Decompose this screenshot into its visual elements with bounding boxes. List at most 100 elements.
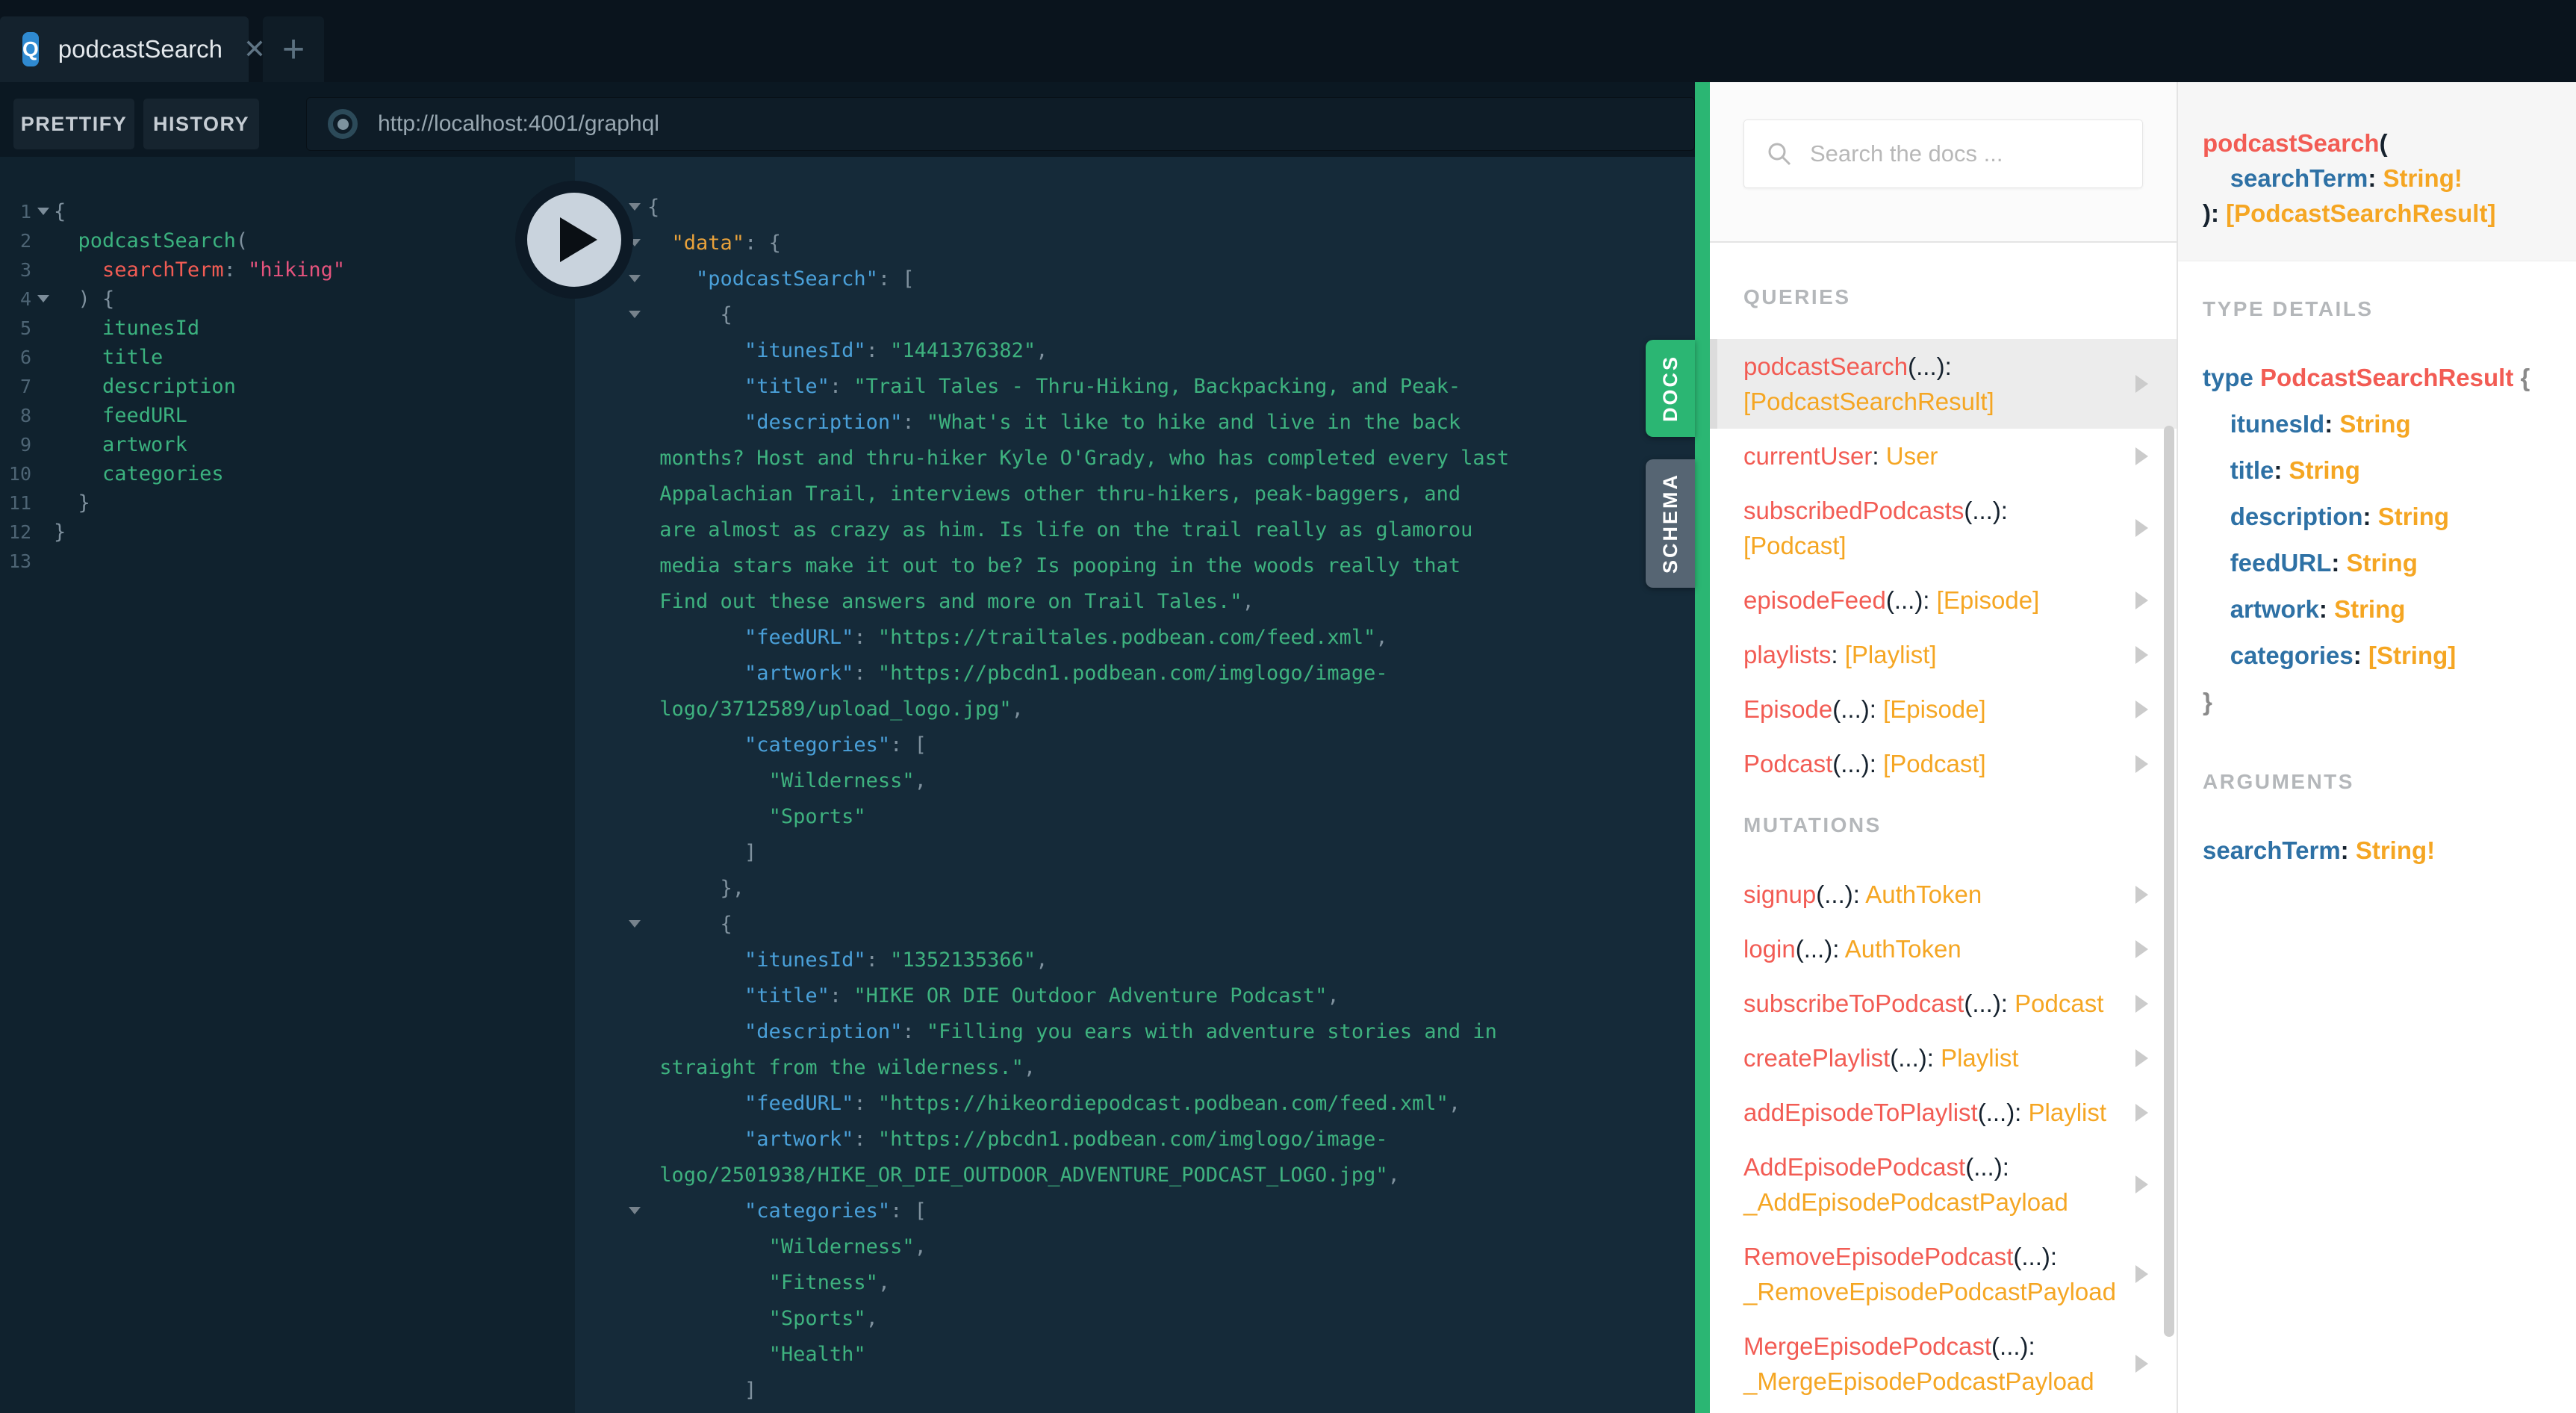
fold-gutter	[31, 430, 54, 459]
query-editor-pane[interactable]: 1{2 podcastSearch(3 searchTerm: "hiking"…	[0, 157, 575, 1413]
doc-item-episodeFeed[interactable]: episodeFeed(...): [Episode]	[1710, 573, 2177, 627]
editor-line[interactable]: 2 podcastSearch(	[0, 226, 575, 255]
code-segment: "artwork"	[744, 1128, 854, 1151]
docs-scrollbar-thumb[interactable]	[2164, 426, 2174, 1337]
result-line: "Wilderness",	[575, 763, 1695, 799]
editor-line[interactable]: 8 feedURL	[0, 401, 575, 430]
editor-line[interactable]: 5 itunesId	[0, 314, 575, 343]
editor-line[interactable]: 13	[0, 547, 575, 576]
code-segment: ,	[877, 1271, 891, 1294]
fold-caret-icon[interactable]	[629, 1207, 641, 1214]
editor-line[interactable]: 1{	[0, 197, 575, 226]
doc-item-AddEpisodePodcast[interactable]: AddEpisodePodcast(...): _AddEpisodePodcas…	[1710, 1140, 2177, 1229]
doc-item-currentUser[interactable]: currentUser: User	[1710, 429, 2177, 483]
field-name: playlists	[1743, 641, 1832, 668]
doc-item-subscribeToPodcast[interactable]: subscribeToPodcast(...): Podcast	[1710, 976, 2177, 1031]
doc-item-signup[interactable]: signup(...): AuthToken	[1710, 867, 2177, 922]
code-segment: :	[2362, 503, 2378, 530]
docs-side-tab[interactable]: DOCS	[1646, 340, 1695, 437]
execute-query-button[interactable]	[515, 181, 633, 299]
fold-gutter	[31, 459, 54, 488]
code-segment: searchTerm	[2203, 836, 2341, 864]
field-type: _RemoveEpisodePodcastPayload	[1743, 1278, 2116, 1305]
doc-item-CreateEpisode[interactable]: CreateEpisode(...): Episode	[1710, 1409, 2177, 1413]
code-segment: String	[2334, 595, 2406, 623]
type-detail-line: artwork: String	[2203, 586, 2561, 633]
doc-item-login[interactable]: login(...): AuthToken	[1710, 922, 2177, 976]
docs-search-input[interactable]	[1808, 140, 2110, 168]
field-type: _AddEpisodePodcastPayload	[1743, 1188, 2068, 1216]
code-segment: categories	[2230, 642, 2353, 669]
fold-gutter	[31, 488, 54, 518]
tab-bar: Q podcastSearch ✕ +	[0, 0, 2576, 82]
doc-item-createPlaylist[interactable]: createPlaylist(...): Playlist	[1710, 1031, 2177, 1085]
schema-side-tab[interactable]: SCHEMA	[1646, 459, 1695, 588]
doc-item-Episode[interactable]: Episode(...): [Episode]	[1710, 682, 2177, 736]
fold-caret-icon[interactable]	[629, 275, 641, 282]
doc-item-addEpisodeToPlaylist[interactable]: addEpisodeToPlaylist(...): Playlist	[1710, 1085, 2177, 1140]
docs-search-box[interactable]	[1743, 119, 2143, 188]
chevron-right-icon	[2135, 1265, 2148, 1283]
doc-item-RemoveEpisodePodcast[interactable]: RemoveEpisodePodcast(...): _RemoveEpisode…	[1710, 1229, 2177, 1319]
editor-line[interactable]: 6 title	[0, 343, 575, 372]
field-name: MergeEpisodePodcast	[1743, 1332, 1992, 1360]
editor-line[interactable]: 12}	[0, 518, 575, 547]
doc-item-podcastSearch[interactable]: podcastSearch(...): [PodcastSearchResult]	[1710, 339, 2177, 429]
code-segment: :	[2340, 836, 2356, 864]
result-line: "artwork": "https://pbcdn1.podbean.com/i…	[575, 1122, 1695, 1158]
fold-caret-icon[interactable]	[629, 311, 641, 318]
type-detail-line: type PodcastSearchResult {	[2203, 355, 2561, 401]
code-segment: ) {	[78, 288, 115, 311]
line-number: 8	[19, 405, 31, 426]
code-segment: ]	[744, 1379, 757, 1402]
fold-caret-icon[interactable]	[37, 295, 49, 302]
fold-caret-icon[interactable]	[629, 203, 641, 211]
result-line: "artwork": "https://pbcdn1.podbean.com/i…	[575, 656, 1695, 692]
chevron-right-icon	[2135, 519, 2148, 537]
line-number: 1	[19, 201, 31, 223]
code-segment: ,	[914, 1235, 927, 1258]
doc-item-Podcast[interactable]: Podcast(...): [Podcast]	[1710, 736, 2177, 791]
code-segment: "hiking"	[248, 258, 346, 282]
editor-line[interactable]: 9 artwork	[0, 430, 575, 459]
editor-line[interactable]: 4 ) {	[0, 285, 575, 314]
tab-podcastsearch[interactable]: Q podcastSearch ✕	[0, 16, 266, 82]
doc-item-playlists[interactable]: playlists: [Playlist]	[1710, 627, 2177, 682]
toolbar: PRETTIFY HISTORY	[0, 82, 1695, 157]
type-details-header: TYPE DETAILS	[2203, 297, 2374, 320]
doc-item-MergeEpisodePodcast[interactable]: MergeEpisodePodcast(...): _MergeEpisodePo…	[1710, 1319, 2177, 1409]
editor-line[interactable]: 10 categories	[0, 459, 575, 488]
doc-item-subscribedPodcasts[interactable]: subscribedPodcasts(...): [Podcast]	[1710, 483, 2177, 573]
code-segment: "https://pbcdn1.podbean.com/imglogo/imag…	[877, 662, 1388, 685]
field-name: Podcast	[1743, 750, 1833, 777]
fold-caret-icon[interactable]	[37, 208, 49, 215]
new-tab-button[interactable]: +	[263, 16, 324, 82]
docs-search-area	[1710, 82, 2177, 243]
type-detail-line: categories: [String]	[2203, 633, 2561, 679]
code-segment: "itunesId"	[744, 948, 866, 972]
docs-panel-drag-divider[interactable]	[1695, 82, 1710, 1413]
code-segment: months? Host and thru-hiker Kyle O'Grady…	[647, 447, 1510, 470]
code-segment: "description"	[744, 1020, 903, 1043]
chevron-right-icon	[2135, 645, 2148, 664]
code-segment: String!	[2355, 836, 2436, 864]
history-button[interactable]: HISTORY	[143, 99, 259, 149]
line-number: 3	[19, 259, 31, 281]
fold-gutter	[31, 518, 54, 547]
editor-line[interactable]: 3 searchTerm: "hiking"	[0, 255, 575, 285]
editor-line[interactable]: 11 }	[0, 488, 575, 518]
field-name: subscribedPodcasts	[1743, 497, 1964, 524]
code-segment: "description"	[744, 411, 903, 434]
editor-line[interactable]: 7 description	[0, 372, 575, 401]
fold-caret-icon[interactable]	[629, 920, 641, 928]
endpoint-url-input[interactable]	[376, 111, 1574, 137]
code-segment: "categories"	[744, 1199, 891, 1223]
field-type: Playlist	[2028, 1099, 2107, 1126]
code-segment: artwork	[102, 433, 187, 456]
prettify-button[interactable]: PRETTIFY	[13, 99, 134, 149]
